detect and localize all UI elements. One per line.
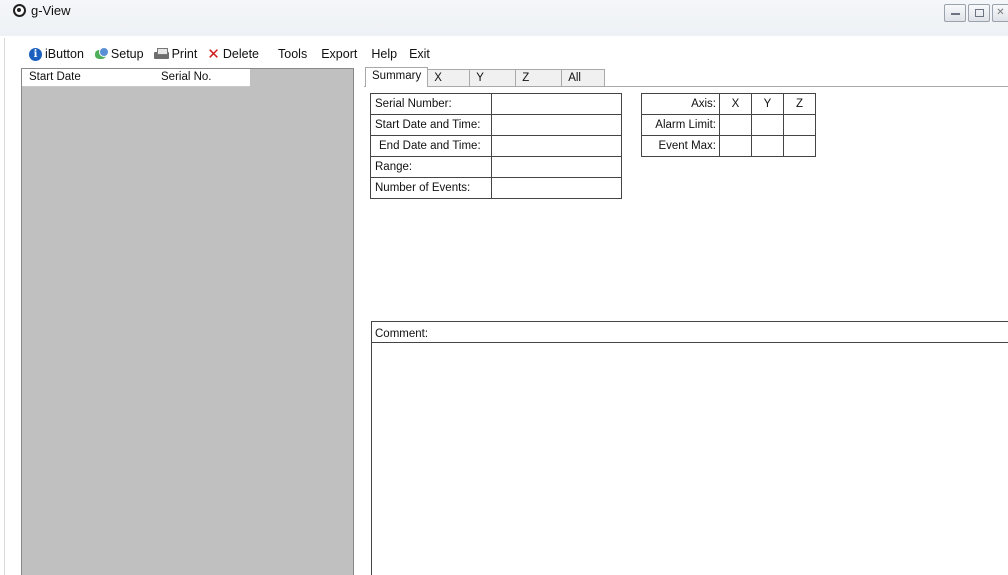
- delete-x-icon: ✕: [207, 45, 220, 63]
- window-controls: ✕: [944, 4, 1008, 22]
- target-icon: [13, 4, 26, 17]
- column-header-serial-no[interactable]: Serial No.: [154, 69, 250, 86]
- axis-row: Alarm Limit:: [641, 114, 816, 136]
- maximize-button[interactable]: [968, 4, 990, 22]
- summary-table: Serial Number: Start Date and Time: End …: [370, 93, 622, 199]
- menu-export[interactable]: Export: [316, 44, 362, 64]
- menu-bar: i iButton Setup Print ✕ Delete Tools Exp…: [0, 43, 435, 65]
- close-icon: ✕: [996, 7, 1005, 18]
- alarm-limit-y: [751, 114, 784, 136]
- tab-summary[interactable]: Summary: [365, 67, 429, 87]
- tab-x[interactable]: X: [427, 69, 471, 87]
- menu-tools[interactable]: Tools: [273, 44, 312, 64]
- alarm-limit-label: Alarm Limit:: [641, 114, 720, 136]
- menu-exit[interactable]: Exit: [404, 44, 435, 64]
- tab-y[interactable]: Y: [469, 69, 517, 87]
- summary-row: Serial Number:: [370, 93, 622, 115]
- minimize-button[interactable]: [944, 4, 966, 22]
- summary-row: Range:: [370, 156, 622, 178]
- event-max-x: [719, 135, 752, 157]
- menu-export-label: Export: [321, 47, 358, 61]
- start-date-time-value: [491, 114, 622, 136]
- info-icon: i: [29, 47, 42, 61]
- menu-ibutton[interactable]: i iButton: [24, 44, 89, 64]
- menu-exit-label: Exit: [409, 47, 430, 61]
- axis-label: Axis:: [641, 93, 720, 115]
- event-max-label: Event Max:: [641, 135, 720, 157]
- setup-icon: [94, 47, 109, 61]
- number-of-events-value: [491, 177, 622, 199]
- window-left-edge: [0, 38, 5, 575]
- axis-z-header: Z: [783, 93, 816, 115]
- end-date-time-value: [491, 135, 622, 157]
- menu-setup[interactable]: Setup: [89, 44, 149, 64]
- minimize-icon: [950, 12, 960, 15]
- tab-strip: Summary X Y Z All: [365, 67, 606, 87]
- menu-tools-label: Tools: [278, 47, 308, 61]
- alarm-limit-z: [783, 114, 816, 136]
- axis-header-row: Axis: X Y Z: [641, 93, 816, 115]
- comment-label: Comment:: [375, 328, 429, 340]
- axis-row: Event Max:: [641, 135, 816, 157]
- tab-z[interactable]: Z: [515, 69, 563, 87]
- close-button[interactable]: ✕: [992, 4, 1008, 22]
- summary-label: End Date and Time:: [370, 135, 492, 157]
- summary-label: Range:: [370, 156, 492, 178]
- comment-divider: [372, 342, 1008, 343]
- menu-help[interactable]: Help: [366, 44, 402, 64]
- title-bar: g-View ✕: [0, 0, 1008, 36]
- event-max-y: [751, 135, 784, 157]
- tab-all[interactable]: All: [561, 69, 606, 87]
- maximize-icon: [974, 9, 984, 17]
- axis-table: Axis: X Y Z Alarm Limit: Event Max:: [641, 93, 816, 157]
- alarm-limit-x: [719, 114, 752, 136]
- list-header: Start Date Serial No.: [22, 69, 250, 87]
- window-title: g-View: [31, 3, 71, 18]
- comment-box[interactable]: Comment:: [371, 321, 1008, 575]
- summary-row: End Date and Time:: [370, 135, 622, 157]
- column-header-start-date[interactable]: Start Date: [22, 69, 154, 86]
- menu-delete[interactable]: ✕ Delete: [202, 44, 264, 64]
- menu-setup-label: Setup: [110, 47, 144, 61]
- menu-print-label: Print: [171, 47, 198, 61]
- tab-divider: [364, 86, 1008, 87]
- serial-number-value: [491, 93, 622, 115]
- axis-y-header: Y: [751, 93, 784, 115]
- menu-ibutton-label: iButton: [45, 47, 84, 61]
- summary-row: Number of Events:: [370, 177, 622, 199]
- summary-label: Number of Events:: [370, 177, 492, 199]
- menu-help-label: Help: [371, 47, 398, 61]
- printer-icon: [153, 48, 169, 60]
- range-value: [491, 156, 622, 178]
- axis-x-header: X: [719, 93, 752, 115]
- summary-row: Start Date and Time:: [370, 114, 622, 136]
- summary-label: Serial Number:: [370, 93, 492, 115]
- menu-print[interactable]: Print: [149, 44, 203, 64]
- event-max-z: [783, 135, 816, 157]
- records-list[interactable]: Start Date Serial No.: [21, 68, 354, 575]
- menu-delete-label: Delete: [222, 47, 260, 61]
- summary-label: Start Date and Time:: [370, 114, 492, 136]
